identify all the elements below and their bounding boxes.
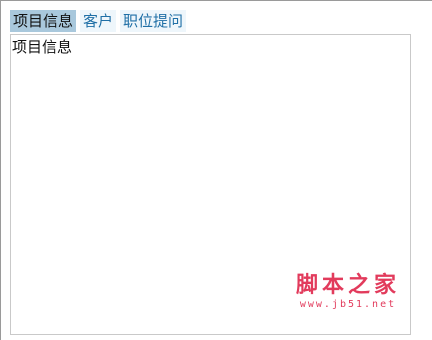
watermark-title: 脚本之家 <box>295 272 400 298</box>
window-frame: 项目信息 客户 职位提问 项目信息 脚本之家 www.jb51.net <box>0 0 432 340</box>
panel-content: 项目信息 <box>12 38 73 56</box>
tab-customer[interactable]: 客户 <box>80 10 117 32</box>
watermark-url: www.jb51.net <box>299 299 397 310</box>
watermark-logo: 脚本之家 www.jb51.net <box>288 271 408 311</box>
tab-bar: 项目信息 客户 职位提问 <box>10 10 187 32</box>
tab-project-info[interactable]: 项目信息 <box>10 10 77 32</box>
tab-job-questions[interactable]: 职位提问 <box>120 10 187 32</box>
